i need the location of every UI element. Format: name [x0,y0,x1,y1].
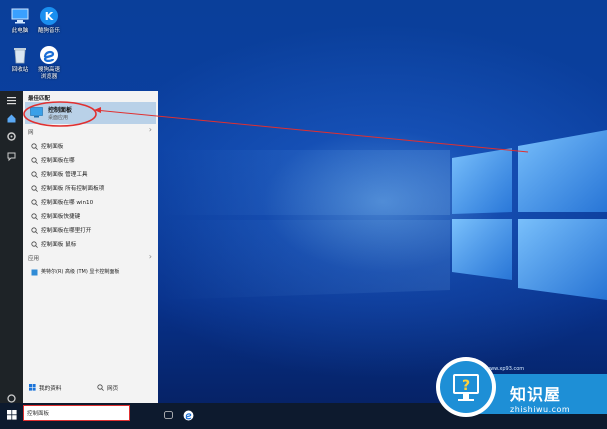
task-view-icon[interactable] [164,411,173,419]
suggestion-item[interactable]: 控制面板 [25,140,156,152]
search-input[interactable] [27,408,125,418]
best-match-header: 最佳匹配 [28,96,51,102]
hamburger-menu-icon[interactable] [6,95,17,106]
search-scope-bar: 我的资料 网页 [23,381,158,394]
suggestion-item[interactable]: 控制面板在哪 [25,154,156,166]
web-label: 网页 [107,386,119,392]
windows-start-icon[interactable] [7,410,17,420]
control-panel-icon [30,107,43,118]
my-stuff-button[interactable]: 我的资料 [25,381,89,394]
search-icon [31,227,38,234]
suggestion-item[interactable]: 控制面板在哪里打开 [25,224,156,236]
intel-graphics-icon [31,269,38,276]
suggestion-item[interactable]: 控制面板 所有控制面板项 [25,182,156,194]
search-icon [31,143,38,150]
chevron-right-icon[interactable]: › [149,125,152,134]
kugou-music-icon: K [40,7,58,25]
start-search-panel: 最佳匹配 控制面板 桌面应用 网 › 控制面板 控制面板在哪 控制面板 管理工具… [23,91,158,403]
desktop-icon-kugou[interactable]: K 酷狗音乐 [32,6,66,35]
svg-text:?: ? [462,378,470,394]
home-icon[interactable] [6,113,17,124]
best-match-control-panel[interactable]: 控制面板 桌面应用 [25,102,156,124]
watermark-small-url: www.xp93.com [486,366,525,372]
chevron-right-icon[interactable]: › [149,252,152,261]
recycle-bin-icon [14,48,26,64]
suggestion-label: 控制面板 鼠标 [41,242,77,248]
suggestion-item[interactable]: 控制面板在哪 win10 [25,196,156,208]
watermark-url: zhishiwu.com [510,405,571,414]
desktop-icon-label: 搜狗高速 浏览器 [37,67,60,80]
suggestion-label: 控制面板 [41,144,64,150]
search-icon [31,157,38,164]
computer-icon [11,8,29,24]
start-sidebar [0,91,23,410]
best-match-title: 控制面板 [48,107,73,114]
windows-icon [29,384,36,391]
web-section-header: 网 [28,130,34,136]
gear-icon[interactable] [6,131,17,142]
search-icon [31,199,38,206]
feedback-icon[interactable] [6,151,17,162]
suggestion-label: 控制面板快捷键 [41,214,81,220]
suggestion-label: 控制面板在哪 win10 [41,200,94,206]
app-item[interactable]: 英特尔(R) 高级 (TM) 显卡控制面板 [25,266,156,278]
search-icon [31,213,38,220]
svg-text:K: K [45,10,54,23]
search-icon [31,185,38,192]
sogou-browser-icon [40,46,58,64]
suggestion-label: 控制面板在哪里打开 [41,228,92,234]
desktop-icon-sogou[interactable]: 搜狗高速 浏览器 [32,45,66,81]
best-match-subtitle: 桌面应用 [48,115,69,121]
search-icon [31,171,38,178]
sogou-browser-taskbar-icon[interactable] [183,410,194,421]
my-stuff-label: 我的资料 [39,386,62,392]
watermark-title: 知识屋 [510,385,562,404]
suggestion-label: 控制面板 所有控制面板项 [41,186,105,192]
web-button[interactable]: 网页 [93,381,155,394]
desktop-icon-label: 酷狗音乐 [37,28,60,34]
suggestion-label: 控制面板在哪 [41,158,75,164]
search-icon [97,384,104,391]
suggestion-item[interactable]: 控制面板 鼠标 [25,238,156,250]
suggestion-item[interactable]: 控制面板快捷键 [25,210,156,222]
suggestion-item[interactable]: 控制面板 管理工具 [25,168,156,180]
suggestion-label: 控制面板 管理工具 [41,172,88,178]
apps-section-header: 应用 [28,256,40,262]
search-icon [31,241,38,248]
taskbar-search-box[interactable] [23,405,130,421]
app-label: 英特尔(R) 高级 (TM) 显卡控制面板 [41,269,120,275]
